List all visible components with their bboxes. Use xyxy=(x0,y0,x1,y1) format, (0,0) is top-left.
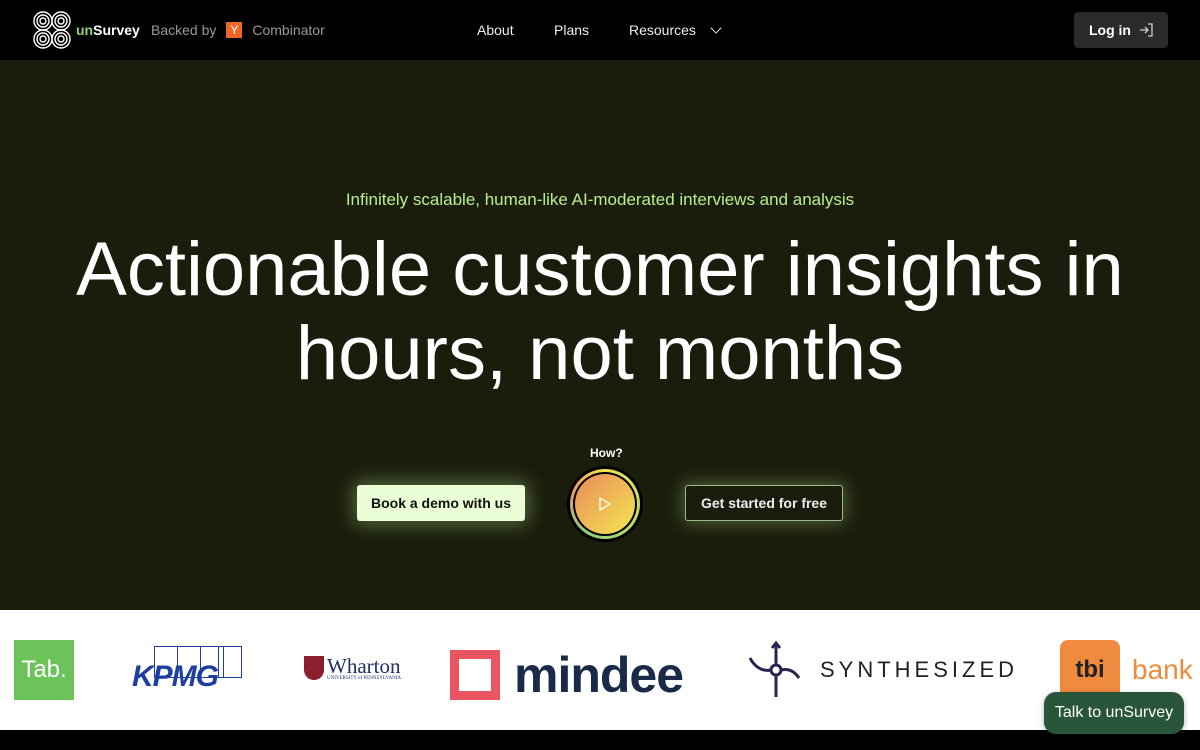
hero-tagline: Infinitely scalable, human-like AI-moder… xyxy=(345,190,855,209)
brand-link[interactable]: unSurvey xyxy=(32,10,140,50)
backed-by-text: Backed by xyxy=(151,22,217,38)
talk-to-unsurvey-button[interactable]: Talk to unSurvey xyxy=(1044,692,1184,734)
kpmg-text: KPMG xyxy=(132,660,219,693)
kpmg-logo: KPMG xyxy=(130,646,242,694)
wharton-subtext: UNIVERSITY of PENNSYLVANIA xyxy=(327,676,401,681)
mindee-text: mindee xyxy=(514,647,684,703)
play-icon xyxy=(599,496,612,512)
tbi-bank-logo: tbi bank xyxy=(1060,640,1193,700)
mindee-logo: mindee xyxy=(450,646,684,704)
unsurvey-logo-icon xyxy=(33,11,71,49)
customer-logos-strip: Tab. KPMG Wharton UNIVERSITY of PENNSYLVA… xyxy=(0,610,1200,730)
brand-suffix: Survey xyxy=(93,22,140,38)
backed-by-yc: Backed by Y Combinator xyxy=(151,22,325,38)
login-button[interactable]: Log in xyxy=(1074,12,1168,48)
wharton-shield-icon xyxy=(304,656,324,680)
bank-text: bank xyxy=(1132,654,1193,685)
brand-name: unSurvey xyxy=(76,22,140,38)
synthesized-mark-icon xyxy=(748,640,801,697)
wharton-logo: Wharton UNIVERSITY of PENNSYLVANIA xyxy=(304,656,401,681)
brand-prefix: un xyxy=(76,22,94,38)
nav-plans[interactable]: Plans xyxy=(554,22,589,38)
play-ring-gap xyxy=(573,472,637,536)
hero-title: Actionable customer insights in hours, no… xyxy=(0,228,1200,396)
synthesized-text: SYNTHESIZED xyxy=(820,657,1019,682)
how-label: How? xyxy=(590,446,623,460)
top-nav: unSurvey Backed by Y Combinator About Pl… xyxy=(0,0,1200,60)
play-video-button[interactable] xyxy=(567,466,643,542)
kpmg-box xyxy=(218,646,242,678)
login-label: Log in xyxy=(1089,22,1131,38)
nav-resources-label: Resources xyxy=(629,22,696,38)
synthesized-logo: SYNTHESIZED xyxy=(748,640,1018,700)
yc-logo-icon: Y xyxy=(226,22,243,38)
nav-resources[interactable]: Resources xyxy=(629,22,722,38)
play-ring xyxy=(570,469,640,539)
combinator-text: Combinator xyxy=(252,22,325,38)
tab-logo: Tab. xyxy=(14,640,74,700)
tbi-text: tbi xyxy=(1060,640,1120,700)
wharton-text: Wharton xyxy=(327,654,401,678)
log-in-arrow-icon xyxy=(1140,23,1153,37)
nav-about[interactable]: About xyxy=(477,22,514,38)
get-started-free-button[interactable]: Get started for free xyxy=(685,485,843,521)
hero-title-line1: Actionable customer insights in xyxy=(76,227,1124,312)
mindee-mark-icon xyxy=(450,650,500,700)
play-button-fill xyxy=(575,474,635,534)
book-demo-button[interactable]: Book a demo with us xyxy=(357,485,525,521)
wharton-wordmark: Wharton UNIVERSITY of PENNSYLVANIA xyxy=(327,654,401,682)
chevron-down-icon xyxy=(710,22,722,34)
hero-title-line2: hours, not months xyxy=(295,311,905,396)
